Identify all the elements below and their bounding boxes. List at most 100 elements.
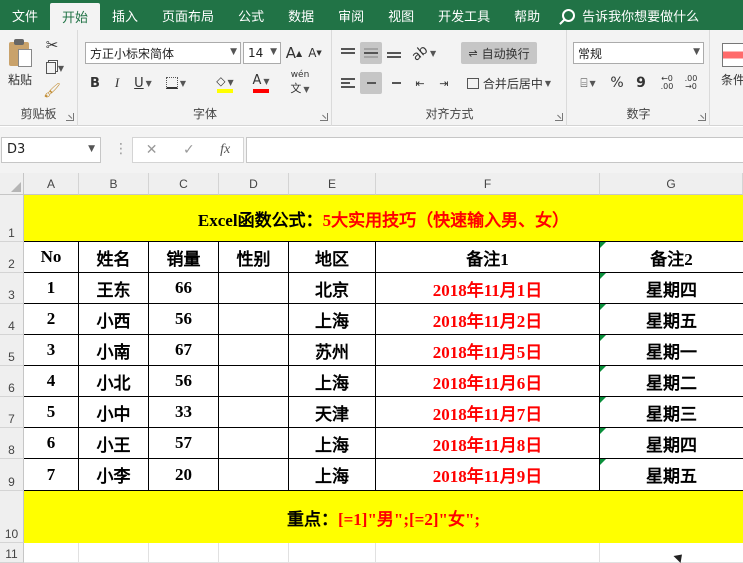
bold-button[interactable]: B — [85, 72, 105, 94]
cell-d5[interactable] — [219, 335, 289, 366]
cell-f7[interactable]: 2018年11月7日 — [376, 397, 600, 428]
phonetic-button[interactable]: wén 文 ▼ — [283, 70, 317, 96]
header-cell-d[interactable]: 性别 — [219, 242, 289, 273]
tab-view[interactable]: 视图 — [376, 0, 426, 30]
font-size-select[interactable]: 14 ▼ — [243, 42, 281, 64]
header-cell-c[interactable]: 销量 — [149, 242, 219, 273]
cell-f8[interactable]: 2018年11月8日 — [376, 428, 600, 459]
cell-g5[interactable]: 星期一 — [600, 335, 743, 366]
tab-review[interactable]: 审阅 — [326, 0, 376, 30]
footer-banner[interactable]: 重点： [=1]"男";[=2]"女"; — [24, 491, 743, 543]
cell-e6[interactable]: 上海 — [289, 366, 376, 397]
tab-data[interactable]: 数据 — [276, 0, 326, 30]
tab-home[interactable]: 开始 — [50, 3, 101, 30]
name-box[interactable]: D3 ▼ — [1, 137, 101, 163]
cell-f9[interactable]: 2018年11月9日 — [376, 459, 600, 491]
header-cell-a[interactable]: No — [24, 242, 79, 273]
column-header-e[interactable]: E — [289, 173, 376, 195]
cell-a5[interactable]: 3 — [24, 335, 79, 366]
cell-f3[interactable]: 2018年11月1日 — [376, 273, 600, 304]
cell-e5[interactable]: 苏州 — [289, 335, 376, 366]
cell-g3[interactable]: 星期四 — [600, 273, 743, 304]
cell-b8[interactable]: 小王 — [79, 428, 149, 459]
cell-d8[interactable] — [219, 428, 289, 459]
cancel-icon[interactable]: ✕ — [146, 142, 158, 158]
column-header-d[interactable]: D — [219, 173, 289, 195]
font-color-button[interactable]: A ▼ — [245, 70, 277, 96]
cell-g8[interactable]: 星期四 — [600, 428, 743, 459]
cell-e9[interactable]: 上海 — [289, 459, 376, 491]
percent-button[interactable]: % — [606, 72, 628, 94]
error-indicator-icon[interactable] — [600, 397, 606, 403]
comma-style-button[interactable]: 9 — [630, 72, 652, 94]
align-middle-button[interactable] — [360, 42, 382, 64]
cell-a7[interactable]: 5 — [24, 397, 79, 428]
cell-g9[interactable]: 星期五 — [600, 459, 743, 491]
enter-icon[interactable]: ✓ — [183, 142, 195, 158]
cell-c9[interactable]: 20 — [149, 459, 219, 491]
error-indicator-icon[interactable] — [600, 304, 606, 310]
cell-b9[interactable]: 小李 — [79, 459, 149, 491]
error-indicator-icon[interactable] — [600, 335, 606, 341]
tab-page-layout[interactable]: 页面布局 — [150, 0, 226, 30]
tab-developer[interactable]: 开发工具 — [426, 0, 502, 30]
cell-a4[interactable]: 2 — [24, 304, 79, 335]
conditional-formatting-button[interactable]: 条件 — [713, 36, 743, 94]
cell-a8[interactable]: 6 — [24, 428, 79, 459]
row-header-5[interactable]: 5 — [0, 335, 24, 366]
align-bottom-button[interactable] — [383, 42, 405, 64]
cell-f6[interactable]: 2018年11月6日 — [376, 366, 600, 397]
error-indicator-icon[interactable] — [600, 242, 606, 248]
tab-help[interactable]: 帮助 — [502, 0, 552, 30]
column-header-g[interactable]: G — [600, 173, 743, 195]
column-header-f[interactable]: F — [376, 173, 600, 195]
column-header-b[interactable]: B — [79, 173, 149, 195]
cell-g7[interactable]: 星期三 — [600, 397, 743, 428]
cell-c4[interactable]: 56 — [149, 304, 219, 335]
format-painter-icon[interactable]: 🖌 — [40, 81, 64, 101]
insert-function-icon[interactable]: fx — [220, 142, 230, 158]
header-cell-b[interactable]: 姓名 — [79, 242, 149, 273]
cell-b6[interactable]: 小北 — [79, 366, 149, 397]
cell-g6[interactable]: 星期二 — [600, 366, 743, 397]
orientation-button[interactable]: ab ▼ — [409, 42, 439, 64]
row-header-3[interactable]: 3 — [0, 273, 24, 304]
tab-file[interactable]: 文件 — [0, 0, 50, 30]
cell-e3[interactable]: 北京 — [289, 273, 376, 304]
cell-a3[interactable]: 1 — [24, 273, 79, 304]
formula-input[interactable] — [246, 137, 743, 163]
align-right-button[interactable] — [383, 72, 405, 94]
row-header-7[interactable]: 7 — [0, 397, 24, 428]
cell-d6[interactable] — [219, 366, 289, 397]
alignment-launcher-icon[interactable] — [555, 113, 563, 121]
cell-c6[interactable]: 56 — [149, 366, 219, 397]
accounting-format-button[interactable]: ⌸ ▼ — [573, 72, 603, 94]
tell-me-search[interactable]: 告诉我你想要做什么 — [562, 0, 699, 30]
cell-b4[interactable]: 小西 — [79, 304, 149, 335]
row-header-6[interactable]: 6 — [0, 366, 24, 397]
underline-button[interactable]: U ▼ — [129, 72, 157, 94]
tab-formulas[interactable]: 公式 — [226, 0, 276, 30]
cell-b5[interactable]: 小南 — [79, 335, 149, 366]
grow-font-button[interactable]: A ▲ — [284, 42, 304, 64]
title-banner[interactable]: Excel函数公式： 5大实用技巧（快速输入男、女） — [24, 195, 743, 242]
formula-bar-splitter[interactable]: ⋮ — [114, 141, 128, 157]
number-launcher-icon[interactable] — [698, 113, 706, 121]
header-cell-g[interactable]: 备注2 — [600, 242, 743, 273]
select-all-corner[interactable] — [0, 173, 24, 195]
decrease-indent-icon[interactable]: ⇤ — [409, 72, 431, 94]
error-indicator-icon[interactable] — [600, 459, 606, 465]
cell-b7[interactable]: 小中 — [79, 397, 149, 428]
increase-decimal-icon[interactable]: ←0.00 — [656, 72, 678, 94]
row-header-11[interactable]: 11 — [0, 543, 24, 563]
fill-color-button[interactable]: ◇ ▼ — [209, 70, 241, 96]
cell-e8[interactable]: 上海 — [289, 428, 376, 459]
merge-center-button[interactable]: 合并后居中 ▼ — [461, 72, 557, 94]
paste-button[interactable]: 粘贴 — [4, 34, 36, 92]
copy-button[interactable]: ▼ — [40, 58, 70, 78]
shrink-font-button[interactable]: A ▼ — [305, 42, 325, 64]
error-indicator-icon[interactable] — [600, 366, 606, 372]
cell-c5[interactable]: 67 — [149, 335, 219, 366]
column-header-a[interactable]: A — [24, 173, 79, 195]
align-top-button[interactable] — [337, 42, 359, 64]
